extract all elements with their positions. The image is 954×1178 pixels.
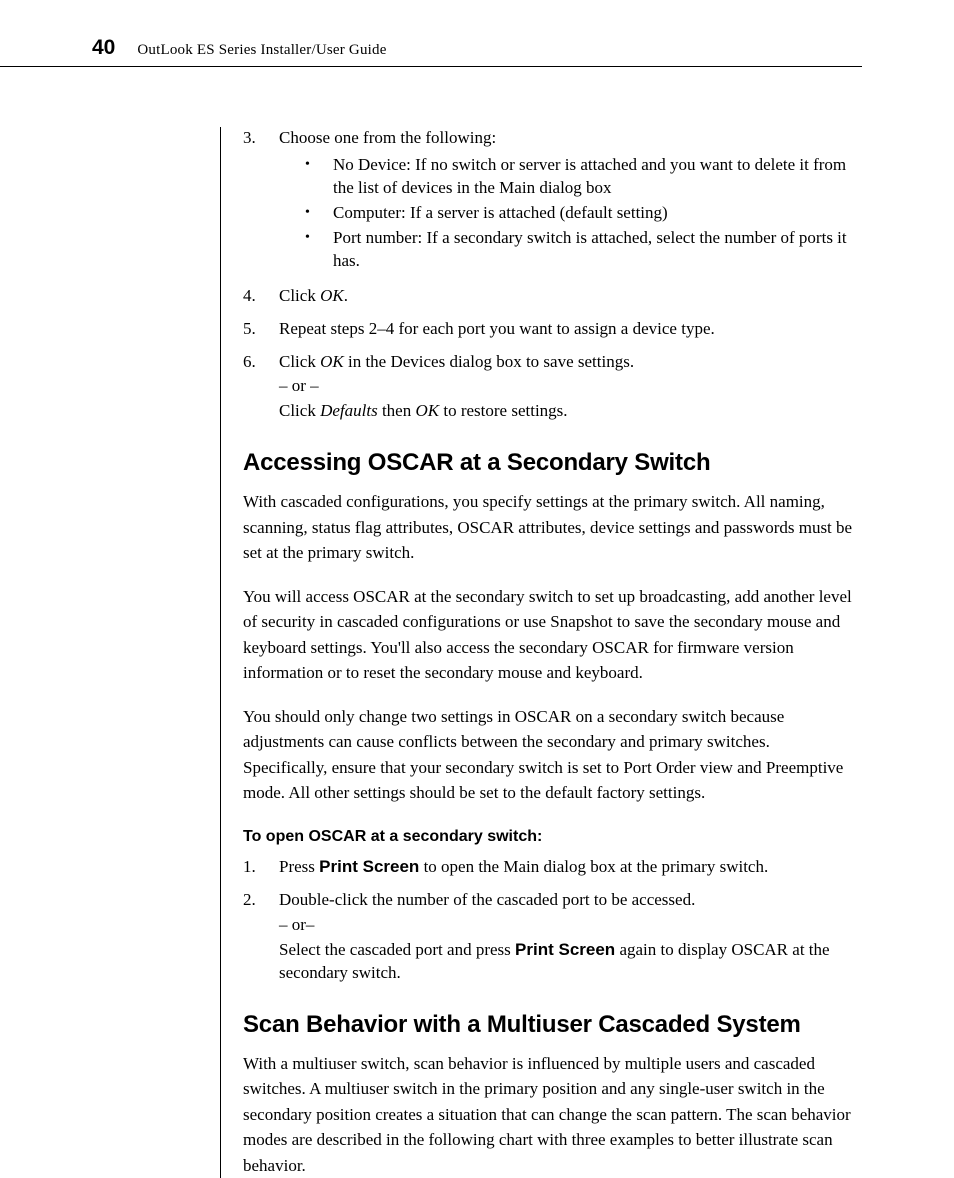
open-step-1: 1. Press Print Screen to open the Main d… — [243, 856, 854, 879]
subheading-open-oscar: To open OSCAR at a secondary switch: — [243, 828, 854, 846]
t: then — [378, 401, 416, 420]
step-body: Choose one from the following: • No Devi… — [279, 127, 854, 275]
page-number: 40 — [92, 36, 115, 60]
paragraph: With a multiuser switch, scan behavior i… — [243, 1051, 854, 1178]
open-step-2: 2. Double-click the number of the cascad… — [243, 889, 854, 985]
content-column: 3. Choose one from the following: • No D… — [220, 127, 854, 1178]
t: to restore settings. — [439, 401, 567, 420]
page-header: 40 OutLook ES Series Installer/User Guid… — [0, 0, 862, 67]
step-body: Click OK in the Devices dialog box to sa… — [279, 351, 854, 424]
step-or: – or – — [279, 375, 854, 398]
step-sub: Click Defaults then OK to restore settin… — [279, 400, 854, 423]
step-num: 4. — [243, 285, 279, 308]
step-body: Press Print Screen to open the Main dial… — [279, 856, 854, 879]
header-title: OutLook ES Series Installer/User Guide — [137, 42, 386, 59]
step-5: 5. Repeat steps 2–4 for each port you wa… — [243, 318, 854, 341]
ok-label: OK — [320, 286, 344, 305]
print-screen-label: Print Screen — [319, 857, 419, 876]
step-sub: Select the cascaded port and press Print… — [279, 939, 854, 985]
bullet-item: • Port number: If a secondary switch is … — [305, 227, 854, 273]
print-screen-label: Print Screen — [515, 940, 615, 959]
bullet-text: No Device: If no switch or server is att… — [333, 154, 854, 200]
paragraph: With cascaded configurations, you specif… — [243, 489, 854, 566]
bullet-list: • No Device: If no switch or server is a… — [305, 154, 854, 273]
bullet-item: • No Device: If no switch or server is a… — [305, 154, 854, 200]
paragraph: You will access OSCAR at the secondary s… — [243, 584, 854, 686]
t: to open the Main dialog box at the prima… — [419, 857, 768, 876]
ok-label: OK — [415, 401, 439, 420]
step-num: 3. — [243, 127, 279, 275]
step-text: Choose one from the following: — [279, 128, 496, 147]
step-body: Double-click the number of the cascaded … — [279, 889, 854, 985]
t: Click — [279, 286, 320, 305]
step-body: Click OK. — [279, 285, 854, 308]
heading-scan-behavior: Scan Behavior with a Multiuser Cascaded … — [243, 1011, 854, 1039]
step-3: 3. Choose one from the following: • No D… — [243, 127, 854, 275]
bullet-icon: • — [305, 154, 333, 200]
step-num: 1. — [243, 856, 279, 879]
t: Click — [279, 352, 320, 371]
t: in the Devices dialog box to save settin… — [344, 352, 634, 371]
defaults-label: Defaults — [320, 401, 378, 420]
t: Press — [279, 857, 319, 876]
step-or: – or– — [279, 914, 854, 937]
bullet-icon: • — [305, 227, 333, 273]
bullet-text: Port number: If a secondary switch is at… — [333, 227, 854, 273]
step-num: 2. — [243, 889, 279, 985]
step-4: 4. Click OK. — [243, 285, 854, 308]
heading-accessing-oscar: Accessing OSCAR at a Secondary Switch — [243, 449, 854, 477]
bullet-item: • Computer: If a server is attached (def… — [305, 202, 854, 225]
step-num: 6. — [243, 351, 279, 424]
t: Double-click the number of the cascaded … — [279, 890, 695, 909]
bullet-text: Computer: If a server is attached (defau… — [333, 202, 854, 225]
step-6: 6. Click OK in the Devices dialog box to… — [243, 351, 854, 424]
step-body: Repeat steps 2–4 for each port you want … — [279, 318, 854, 341]
ok-label: OK — [320, 352, 344, 371]
step-num: 5. — [243, 318, 279, 341]
bullet-icon: • — [305, 202, 333, 225]
t: Select the cascaded port and press — [279, 940, 515, 959]
t: Click — [279, 401, 320, 420]
paragraph: You should only change two settings in O… — [243, 704, 854, 806]
t: . — [344, 286, 348, 305]
